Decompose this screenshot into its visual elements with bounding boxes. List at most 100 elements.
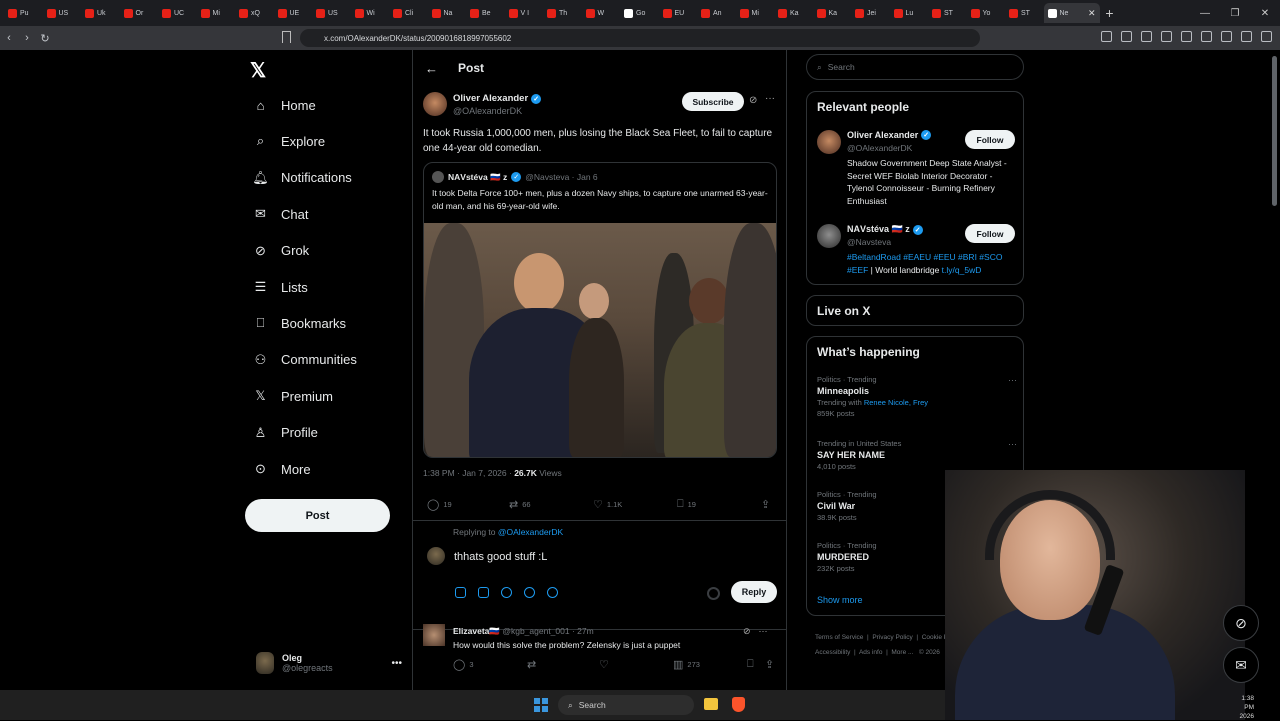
browser-tab[interactable]: Na xyxy=(428,3,467,23)
browser-tab[interactable]: Mi xyxy=(736,3,775,23)
like-action[interactable]: ♡ 1.1K xyxy=(593,498,622,511)
browser-tab[interactable]: US xyxy=(43,3,82,23)
grok-icon[interactable]: ⊘ xyxy=(743,626,751,637)
browser-tab[interactable]: xQ xyxy=(235,3,274,23)
search-input[interactable]: ⌕ Search xyxy=(806,54,1024,80)
more-dots-icon[interactable]: ··· xyxy=(1008,375,1017,385)
extension-icon[interactable] xyxy=(1161,31,1172,42)
browser-tab[interactable]: Lu xyxy=(890,3,929,23)
avatar[interactable] xyxy=(423,92,447,116)
minimize-icon[interactable]: — xyxy=(1190,8,1220,19)
reply-button[interactable]: Reply xyxy=(731,581,777,603)
more-dots-icon[interactable]: ••• xyxy=(391,658,402,669)
nav-item-premium[interactable]: 𝕏 Premium xyxy=(252,378,333,414)
nav-item-notifications[interactable]: 🔔︎ Notifications xyxy=(252,160,352,196)
subscribe-button[interactable]: Subscribe xyxy=(682,92,744,111)
bookmark-action[interactable]: ⎕ xyxy=(747,658,754,671)
bookmark-action[interactable]: ⎕ 19 xyxy=(677,498,696,511)
replying-to-link[interactable]: @OAlexanderDK xyxy=(498,527,563,537)
extension-icon[interactable] xyxy=(1201,31,1212,42)
browser-tab[interactable]: UC xyxy=(158,3,197,23)
page-scrollbar[interactable] xyxy=(1272,56,1277,206)
nav-item-bookmarks[interactable]: ⎕ Bookmarks xyxy=(252,305,346,341)
footer-link[interactable]: Ads info xyxy=(859,649,883,656)
close-tab-icon[interactable]: ✕ xyxy=(1088,8,1096,19)
browser-tab[interactable]: Pu xyxy=(4,3,43,23)
back-arrow-icon[interactable]: ← xyxy=(425,61,438,76)
quote-photo[interactable] xyxy=(424,223,776,457)
extension-icon[interactable] xyxy=(1181,31,1192,42)
browser-tab[interactable]: US xyxy=(312,3,351,23)
bio-link[interactable]: t.ly/q_5wD xyxy=(942,265,982,275)
browser-tab[interactable]: W xyxy=(582,3,621,23)
avatar[interactable] xyxy=(423,624,445,646)
browser-tab[interactable]: ST xyxy=(928,3,967,23)
emoji-icon[interactable] xyxy=(524,587,535,598)
like-action[interactable]: ♡ xyxy=(599,658,609,671)
more-dots-icon[interactable]: ··· xyxy=(1008,439,1017,449)
reply-author[interactable]: Elizaveta🇷🇺 xyxy=(453,626,500,636)
browser-tab[interactable]: Ne ✕ xyxy=(1043,3,1100,23)
browser-tab[interactable]: An xyxy=(697,3,736,23)
back-icon[interactable]: ‹ xyxy=(0,32,18,44)
browser-tab[interactable]: Yo xyxy=(967,3,1006,23)
brave-browser-icon[interactable] xyxy=(732,697,745,712)
grok-icon[interactable] xyxy=(501,587,512,598)
extension-icon[interactable] xyxy=(1221,31,1232,42)
follow-button[interactable]: Follow xyxy=(965,130,1015,149)
x-logo-icon[interactable]: 𝕏 xyxy=(250,58,266,83)
repost-action[interactable]: ⇄ 66 xyxy=(509,498,531,511)
views-action[interactable]: ▥ 273 xyxy=(673,658,700,671)
browser-tab[interactable]: UE xyxy=(274,3,313,23)
share-action[interactable]: ⇪ xyxy=(765,658,774,671)
extension-icon[interactable] xyxy=(1121,31,1132,42)
location-icon[interactable] xyxy=(547,587,558,598)
show-more-link[interactable]: Show more xyxy=(817,595,863,605)
windows-start-icon[interactable] xyxy=(534,698,548,712)
close-window-icon[interactable]: ✕ xyxy=(1250,8,1280,19)
share-action[interactable]: ⇪ xyxy=(761,498,770,511)
footer-link[interactable]: Privacy Policy xyxy=(872,634,912,641)
repost-action[interactable]: ⇄ xyxy=(527,658,536,671)
reply-tweet[interactable]: Elizaveta🇷🇺 @kgb_agent_001 · 27m How wou… xyxy=(413,620,786,680)
reply-action[interactable]: ◯ 19 xyxy=(427,498,452,511)
new-tab-button[interactable]: + xyxy=(1100,5,1120,21)
browser-tab[interactable]: Th xyxy=(543,3,582,23)
browser-tab[interactable]: Uk xyxy=(81,3,120,23)
nav-item-profile[interactable]: ♙ Profile xyxy=(252,415,318,451)
browser-tab[interactable]: Go xyxy=(620,3,659,23)
reply-action[interactable]: ◯ 3 xyxy=(453,658,473,671)
browser-tab[interactable]: ST xyxy=(1005,3,1044,23)
messages-float-icon[interactable]: ✉ xyxy=(1223,647,1259,683)
nav-item-more[interactable]: ⊙ More xyxy=(252,451,311,487)
tweet-author[interactable]: Oliver Alexander ✓ xyxy=(453,93,542,104)
more-dots-icon[interactable]: ··· xyxy=(765,93,775,104)
grok-icon[interactable]: ⊘ xyxy=(749,95,757,106)
reply-input[interactable]: thhats good stuff :L xyxy=(454,551,547,563)
browser-tab[interactable]: Wi xyxy=(351,3,390,23)
post-button[interactable]: Post xyxy=(245,499,390,532)
extension-icon[interactable] xyxy=(1261,31,1272,42)
bookmark-page-icon[interactable] xyxy=(282,31,291,43)
extension-icon[interactable] xyxy=(1241,31,1252,42)
forward-icon[interactable]: › xyxy=(18,32,36,44)
footer-link[interactable]: More ... xyxy=(891,649,913,656)
quoted-tweet[interactable]: ΝΑVstéva 🇷🇺 z ✓ @Navsteva · Jan 6 It too… xyxy=(423,162,777,458)
nav-item-explore[interactable]: ⌕ Explore xyxy=(252,123,325,159)
tweet-time[interactable]: 1:38 PM · Jan 7, 2026 · xyxy=(423,468,514,478)
browser-tab[interactable]: EU xyxy=(659,3,698,23)
live-on-x-card[interactable]: Live on X xyxy=(806,295,1024,326)
follow-button[interactable]: Follow xyxy=(965,224,1015,243)
system-clock[interactable]: 1:38 PM 2026 xyxy=(1232,694,1254,721)
browser-tab[interactable]: Jei xyxy=(851,3,890,23)
taskbar-search[interactable]: ⌕ Search xyxy=(558,695,694,715)
browser-tab[interactable]: Mi xyxy=(197,3,236,23)
nav-item-chat[interactable]: ✉ Chat xyxy=(252,196,308,232)
browser-tab[interactable]: Be xyxy=(466,3,505,23)
nav-item-lists[interactable]: ☰ Lists xyxy=(252,269,308,305)
url-field[interactable]: x.com/OAlexanderDK/status/20090168189970… xyxy=(300,29,980,47)
footer-link[interactable]: Accessibility xyxy=(815,649,850,656)
extension-icon[interactable] xyxy=(1101,31,1112,42)
browser-tab[interactable]: Cli xyxy=(389,3,428,23)
nav-item-communities[interactable]: ⚇ Communities xyxy=(252,342,357,378)
